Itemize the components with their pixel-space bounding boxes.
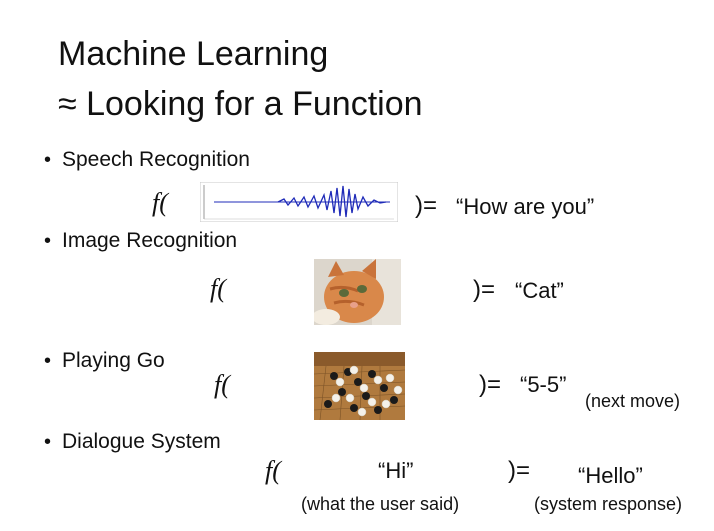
output-how-are-you: “How are you” <box>456 194 595 219</box>
bullet-playing-go: • Playing Go <box>44 348 165 374</box>
close-paren-equals: )= <box>508 457 531 484</box>
note-next-move: (next move) <box>585 391 681 411</box>
title-line-2: ≈ Looking for a Function <box>58 85 423 123</box>
bullet-image-recognition: • Image Recognition <box>44 228 237 254</box>
bullet-label: Image Recognition <box>62 229 238 252</box>
bullet-dot: • <box>44 230 52 252</box>
close-paren-equals: )= <box>415 192 438 219</box>
bullet-label: Speech Recognition <box>62 148 250 171</box>
title-line-1: Machine Learning <box>58 35 329 73</box>
waveform-image <box>200 182 398 222</box>
bullet-dialogue-system: • Dialogue System <box>44 429 221 455</box>
function-symbol: f( <box>152 188 168 217</box>
output-cat: “Cat” <box>515 278 564 303</box>
function-symbol: f( <box>214 370 230 399</box>
bullet-label: Playing Go <box>62 349 165 372</box>
bullet-dot: • <box>44 431 52 453</box>
output-hello: “Hello” <box>578 463 643 488</box>
note-user-said: (what the user said) <box>301 494 460 514</box>
go-board-photo <box>314 352 405 420</box>
slide: Machine Learning ≈ Looking for a Functio… <box>0 0 714 531</box>
bullet-dot: • <box>44 350 52 372</box>
note-system-response: (system response) <box>534 494 683 514</box>
bullet-speech-recognition: • Speech Recognition <box>44 147 250 173</box>
bullet-label: Dialogue System <box>62 430 221 453</box>
function-symbol: f( <box>210 274 226 303</box>
input-hi: “Hi” <box>378 458 414 483</box>
close-paren-equals: )= <box>473 276 496 303</box>
cat-photo <box>314 259 401 325</box>
function-symbol: f( <box>265 456 281 485</box>
close-paren-equals: )= <box>479 371 502 398</box>
bullet-dot: • <box>44 149 52 171</box>
output-go-move: “5-5” <box>520 372 567 397</box>
